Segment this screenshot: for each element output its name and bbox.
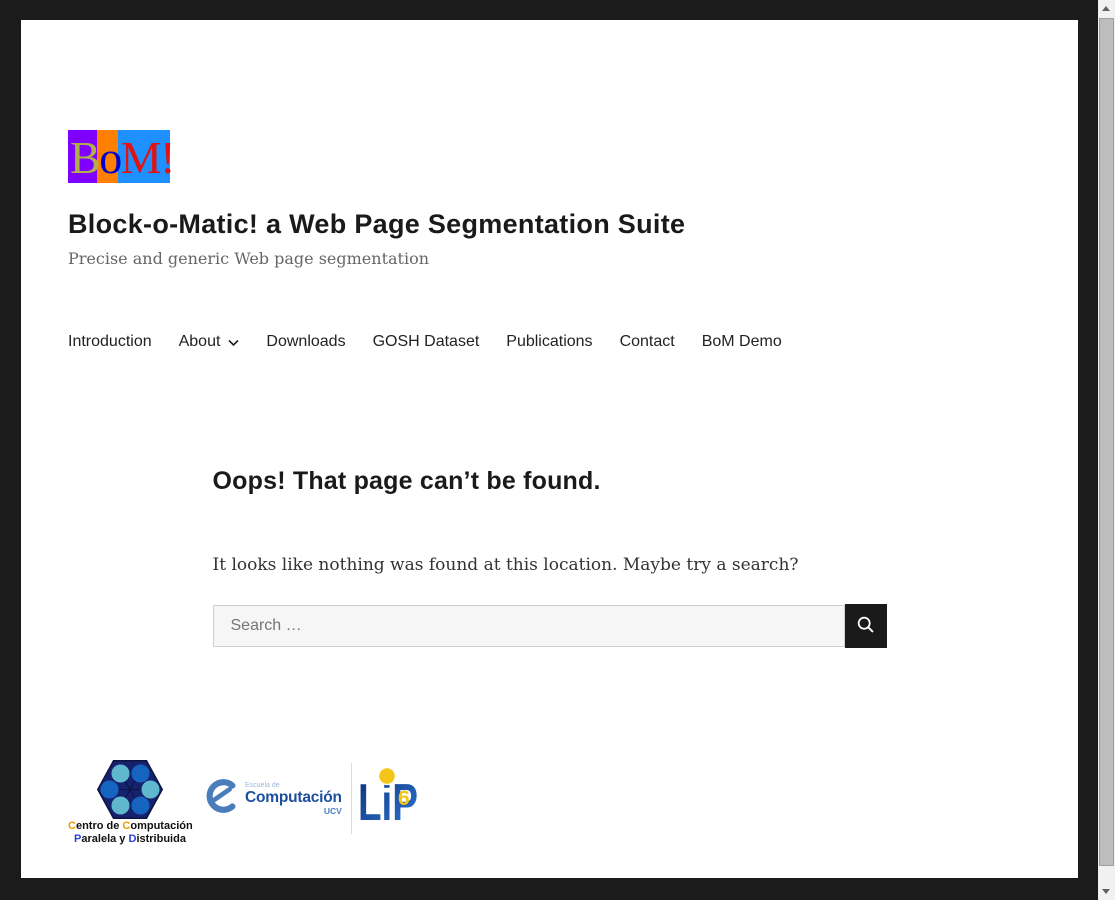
search-button[interactable] — [845, 604, 887, 648]
not-found-message: It looks like nothing was found at this … — [213, 555, 887, 575]
ccpd-line1: Centro de Computación — [68, 820, 192, 833]
logo-letter-m: M! — [121, 132, 174, 183]
chevron-down-icon — [228, 334, 239, 352]
search-form — [213, 605, 887, 648]
page-title: Oops! That page can’t be found. — [213, 467, 887, 496]
nav-item-label: GOSH Dataset — [373, 333, 480, 351]
nav-item-label: Publications — [506, 333, 592, 351]
ucv-e-glyph-icon — [202, 777, 240, 820]
nav-item-contact[interactable]: Contact — [620, 333, 675, 351]
ucv-computacion-label: Computación — [245, 790, 342, 806]
nav-item-bom-demo[interactable]: BoM Demo — [702, 333, 782, 351]
nav-item-introduction[interactable]: Introduction — [68, 333, 152, 351]
ccpd-line2: Paralela y Distribuida — [68, 833, 192, 846]
nav-item-label: BoM Demo — [702, 333, 782, 351]
logo-letter-b: B — [70, 132, 99, 183]
lip6-logo-icon: LiP 6 — [358, 763, 420, 829]
ccpd-logo[interactable]: Centro de Computación Paralela y Distrib… — [68, 760, 192, 846]
site-footer: Centro de Computación Paralela y Distrib… — [21, 760, 1078, 846]
main-content: Oops! That page can’t be found. It looks… — [213, 467, 887, 648]
site-header: BoM! Block-o-Matic! a Web Page Segmentat… — [21, 130, 1078, 352]
svg-text:6: 6 — [398, 787, 410, 810]
lip6-logo[interactable]: LiP 6 — [351, 763, 420, 834]
site-logo[interactable]: BoM! — [68, 130, 170, 183]
ccpd-hexagon-icon — [68, 760, 192, 819]
nav-item-label: About — [179, 333, 221, 351]
nav-item-label: Downloads — [266, 333, 345, 351]
nav-item-label: Introduction — [68, 333, 152, 351]
nav-item-gosh-dataset[interactable]: GOSH Dataset — [373, 333, 480, 351]
site-tagline: Precise and generic Web page segmentatio… — [68, 249, 1078, 268]
ucv-ucv-label: UCV — [245, 807, 342, 816]
scroll-up-arrow[interactable] — [1098, 0, 1115, 17]
main-nav: Introduction About Downloads GOSH Datase… — [68, 331, 1078, 352]
search-input[interactable] — [213, 605, 845, 647]
nav-item-about[interactable]: About — [179, 331, 240, 352]
scrollbar[interactable] — [1098, 0, 1115, 900]
ucv-escuela-label: Escuela de — [245, 782, 342, 789]
ucv-computacion-logo[interactable]: Escuela de Computación UCV — [202, 777, 342, 820]
magnifier-icon — [855, 614, 876, 638]
nav-item-publications[interactable]: Publications — [506, 333, 592, 351]
nav-item-label: Contact — [620, 333, 675, 351]
logo-text: BoM! — [70, 130, 172, 186]
logo-letter-o: o — [99, 132, 121, 183]
scrollbar-thumb[interactable] — [1099, 18, 1114, 866]
scroll-down-arrow[interactable] — [1098, 883, 1115, 900]
nav-item-downloads[interactable]: Downloads — [266, 333, 345, 351]
site-title[interactable]: Block-o-Matic! a Web Page Segmentation S… — [68, 209, 685, 240]
ucv-text: Escuela de Computación UCV — [245, 782, 342, 815]
page: BoM! Block-o-Matic! a Web Page Segmentat… — [21, 20, 1078, 878]
ccpd-label: Centro de Computación Paralela y Distrib… — [68, 820, 192, 846]
